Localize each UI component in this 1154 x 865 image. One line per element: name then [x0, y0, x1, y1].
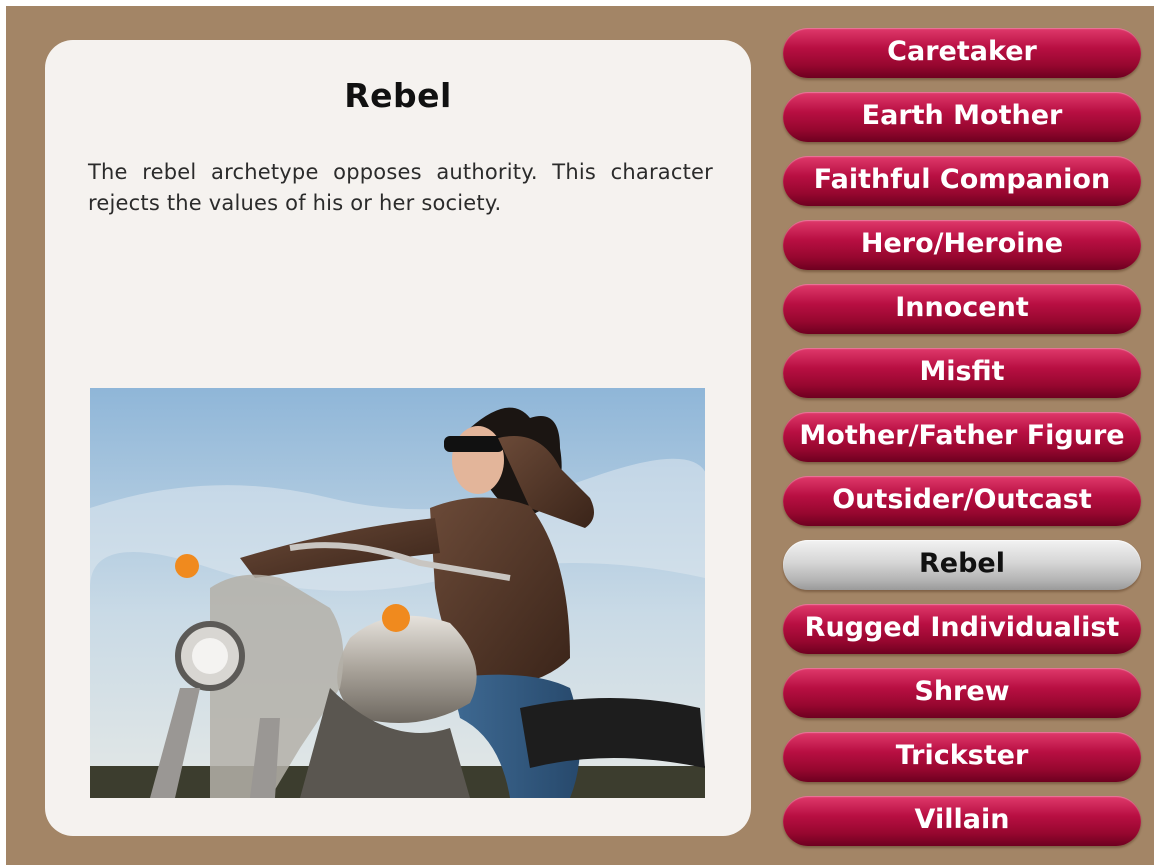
archetype-description: The rebel archetype opposes authority. T… — [88, 160, 713, 215]
nav-button-hero-heroine[interactable]: Hero/Heroine — [783, 220, 1141, 270]
nav-button-outsider-outcast[interactable]: Outsider/Outcast — [783, 476, 1141, 526]
archetype-title: Rebel — [344, 76, 452, 115]
nav-button-shrew[interactable]: Shrew — [783, 668, 1141, 718]
nav-button-faithful-companion[interactable]: Faithful Companion — [783, 156, 1141, 206]
nav-button-mother-father-figure[interactable]: Mother/Father Figure — [783, 412, 1141, 462]
archetype-nav: Caretaker Earth Mother Faithful Companio… — [783, 28, 1141, 860]
nav-button-villain[interactable]: Villain — [783, 796, 1141, 846]
detail-card: Rebel The rebel archetype opposes author… — [45, 40, 751, 836]
nav-button-caretaker[interactable]: Caretaker — [783, 28, 1141, 78]
nav-button-misfit[interactable]: Misfit — [783, 348, 1141, 398]
nav-button-rugged-individualist[interactable]: Rugged Individualist — [783, 604, 1141, 654]
archetype-photo — [90, 388, 705, 798]
nav-button-innocent[interactable]: Innocent — [783, 284, 1141, 334]
app-background: Rebel The rebel archetype opposes author… — [6, 6, 1154, 865]
nav-button-earth-mother[interactable]: Earth Mother — [783, 92, 1141, 142]
nav-button-trickster[interactable]: Trickster — [783, 732, 1141, 782]
nav-button-rebel[interactable]: Rebel — [783, 540, 1141, 590]
